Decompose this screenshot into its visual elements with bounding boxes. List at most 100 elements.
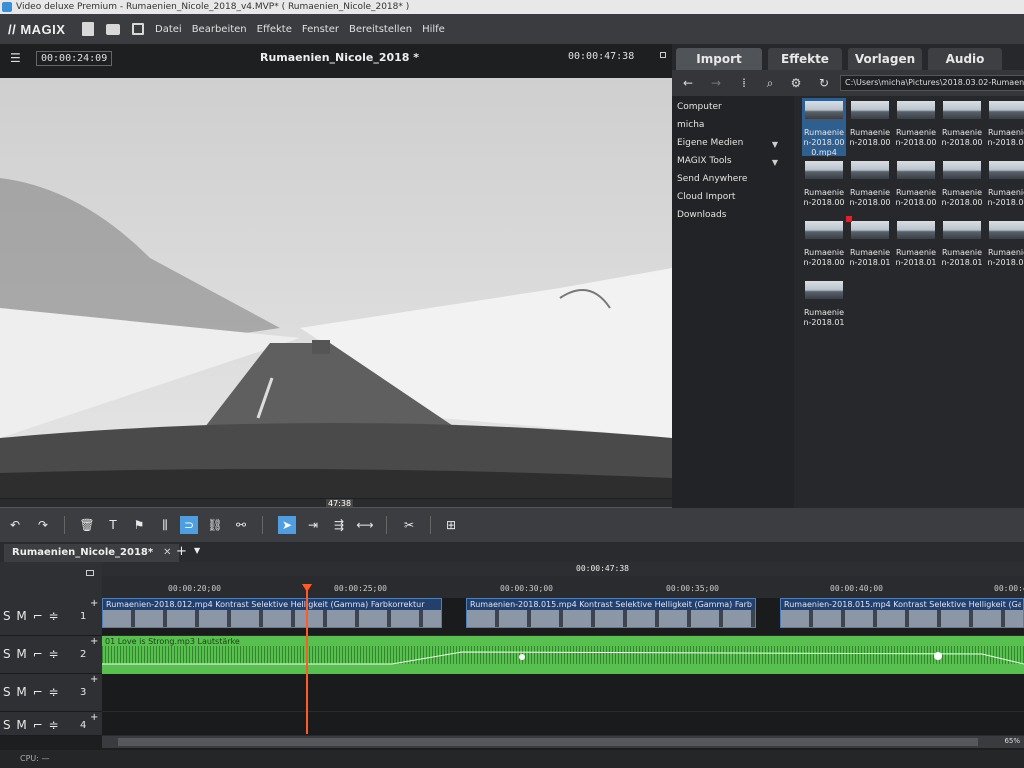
track-controls[interactable]: S M ⌐ ≑ (3, 609, 60, 623)
path-field[interactable]: C:\Users\micha\Pictures\2018.03.02-Rumae… (840, 75, 1024, 91)
menu-fenster[interactable]: Fenster (297, 24, 344, 35)
media-thumb[interactable]: Rumaenie n-2018.00 (986, 158, 1024, 216)
tree-item-send-anywhere[interactable]: Send Anywhere (677, 174, 747, 184)
scissors-icon[interactable]: ✂ (400, 516, 418, 534)
tree-item-magix-tools[interactable]: MAGIX Tools (677, 156, 732, 166)
media-thumb[interactable]: Rumaenie n-2018.01 (848, 218, 892, 276)
audio-clip[interactable]: 01 Love is Strong.mp3 Lautstärke (102, 636, 1024, 674)
multi-track-edit-icon[interactable]: ⇶ (330, 516, 348, 534)
insert-icon[interactable]: ⊞ (442, 516, 460, 534)
hamburger-icon[interactable]: ☰ (10, 51, 22, 65)
gear-icon[interactable]: ⚙ (788, 75, 804, 91)
timeline-ruler[interactable]: 00:00:20;00 00:00:25;00 00:00:30;00 00:0… (102, 576, 1024, 598)
thumb-image (943, 101, 981, 119)
unlink-icon[interactable]: ⚯ (232, 516, 250, 534)
track-controls[interactable]: S M ⌐ ≑ (3, 647, 60, 661)
video-clip[interactable]: Rumaenien-2018.015.mp4 Kontrast Selektiv… (466, 598, 756, 628)
tree-item-downloads[interactable]: Downloads (677, 210, 726, 220)
audio-track: 01 Love is Strong.mp3 Lautstärke (102, 636, 1024, 674)
tab-import[interactable]: Import (676, 48, 762, 70)
open-folder-icon[interactable] (106, 23, 120, 35)
save-icon[interactable] (132, 23, 144, 35)
menu-datei[interactable]: Datei (150, 24, 187, 35)
split-icon[interactable]: ⫼ (156, 516, 174, 534)
clip-frames (781, 610, 1023, 627)
video-clip[interactable]: Rumaenien-2018.015.mp4 Kontrast Selektiv… (780, 598, 1024, 628)
thumb-label: Rumaenie n-2018.01 (987, 248, 1024, 267)
video-clip[interactable]: Rumaenien-2018.012.mp4 Kontrast Selektiv… (102, 598, 442, 628)
forward-arrow-icon[interactable]: → (708, 75, 724, 91)
pointer-icon[interactable]: ➤ (278, 516, 296, 534)
clip-frames (467, 610, 755, 627)
tree-item-micha[interactable]: micha (677, 120, 704, 130)
chevron-down-icon[interactable]: ▼ (772, 158, 778, 167)
volume-curve[interactable] (102, 636, 1024, 674)
maximize-icon[interactable] (660, 52, 666, 58)
chevron-down-icon[interactable]: ▼ (194, 546, 200, 555)
track-controls[interactable]: S M ⌐ ≑ (3, 685, 60, 699)
current-timecode[interactable]: 00:00:24:09 (36, 50, 113, 66)
add-icon[interactable]: + (90, 712, 98, 723)
menu-hilfe[interactable]: Hilfe (417, 24, 450, 35)
media-thumb[interactable]: Rumaenie n-2018.00 (802, 218, 846, 276)
menu-effekte[interactable]: Effekte (252, 24, 297, 35)
media-thumb[interactable]: Rumaenie n-2018.00 (940, 158, 984, 216)
back-arrow-icon[interactable]: ← (680, 75, 696, 91)
media-thumb[interactable]: Rumaenie n-2018.01 (986, 218, 1024, 276)
close-icon[interactable]: ✕ (163, 547, 171, 558)
cpu-status: CPU: — (20, 754, 50, 763)
add-icon[interactable]: + (90, 674, 98, 685)
tree-item-computer[interactable]: Computer (677, 102, 722, 112)
tab-effekte[interactable]: Effekte (768, 48, 842, 70)
lock-icon[interactable] (86, 570, 94, 576)
new-file-icon[interactable] (82, 22, 94, 36)
refresh-icon[interactable]: ↻ (816, 75, 832, 91)
add-project-icon[interactable]: + (176, 544, 187, 560)
zoom-level: 65% (1004, 737, 1020, 745)
media-thumb[interactable]: Rumaenie n-2018.00 (894, 158, 938, 216)
search-icon[interactable]: ⌕ (762, 75, 778, 91)
media-thumb[interactable]: Rumaenie n-2018.00 (940, 98, 984, 156)
menu-bearbeiten[interactable]: Bearbeiten (187, 24, 252, 35)
media-thumb[interactable]: Rumaenie n-2018.00 0.mp4 (802, 98, 846, 157)
title-text-icon[interactable]: T (104, 516, 122, 534)
thumb-image (989, 161, 1024, 179)
chevron-down-icon[interactable]: ▼ (772, 140, 778, 149)
tab-audio[interactable]: Audio (928, 48, 1002, 70)
redo-icon[interactable]: ↷ (34, 516, 52, 534)
media-pool: Import Effekte Vorlagen Audio ← → ⁞ ⌕ ⚙ … (672, 44, 1024, 508)
delete-icon[interactable]: 🗑 (78, 516, 96, 534)
thumb-image (805, 221, 843, 239)
track-controls[interactable]: S M ⌐ ≑ (3, 718, 60, 732)
used-marker-icon (846, 216, 852, 222)
clip-label: Rumaenien-2018.015.mp4 Kontrast Selektiv… (784, 600, 1021, 609)
ripple-edit-icon[interactable]: ⇥ (304, 516, 322, 534)
media-thumb[interactable]: Rumaenie n-2018.00 (894, 98, 938, 156)
playhead[interactable] (306, 584, 308, 734)
media-thumb[interactable]: Rumaenie n-2018.00 (802, 158, 846, 216)
thumb-image (897, 221, 935, 239)
add-icon[interactable]: + (90, 598, 98, 609)
stretch-icon[interactable]: ⟷ (356, 516, 374, 534)
thumb-image (989, 101, 1024, 119)
add-icon[interactable]: + (90, 636, 98, 647)
folder-tree-icon[interactable]: ⁞ (736, 75, 752, 91)
media-thumb[interactable]: Rumaenie n-2018.00 (848, 98, 892, 156)
magnet-snap-icon[interactable]: ⊃ (180, 516, 198, 534)
media-thumb[interactable]: Rumaenie n-2018.00 (848, 158, 892, 216)
tree-item-cloud-import[interactable]: Cloud Import (677, 192, 735, 202)
undo-icon[interactable]: ↶ (6, 516, 24, 534)
link-icon[interactable]: ⛓ (206, 516, 224, 534)
scrollbar-thumb[interactable] (118, 738, 978, 746)
media-thumb[interactable]: Rumaenie n-2018.00 (986, 98, 1024, 156)
media-thumb[interactable]: Rumaenie n-2018.01 (940, 218, 984, 276)
media-thumb[interactable]: Rumaenie n-2018.01 (802, 278, 846, 336)
marker-flag-icon[interactable]: ⚑ (130, 516, 148, 534)
media-thumb[interactable]: Rumaenie n-2018.01 (894, 218, 938, 276)
thumb-label: Rumaenie n-2018.00 (803, 248, 845, 267)
timeline-scrollbar[interactable]: 65% (102, 736, 1024, 748)
project-tab[interactable]: Rumaenien_Nicole_2018* ✕ (4, 544, 180, 562)
tab-vorlagen[interactable]: Vorlagen (848, 48, 922, 70)
menu-bereitstellen[interactable]: Bereitstellen (344, 24, 417, 35)
tree-item-eigene-medien[interactable]: Eigene Medien (677, 138, 743, 148)
